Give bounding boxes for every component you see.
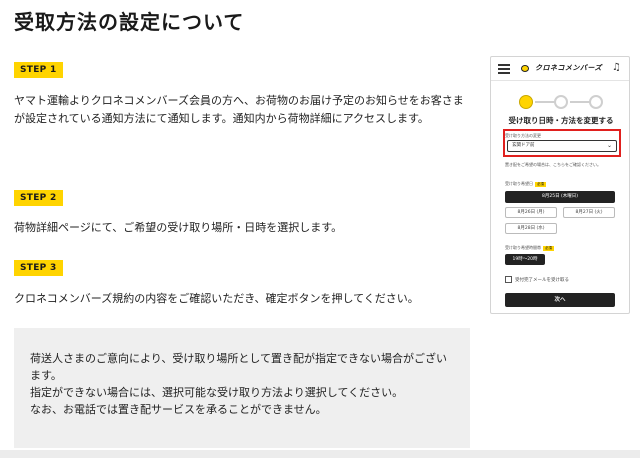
- cat-logo-icon: [521, 65, 529, 72]
- date-option[interactable]: 8月27日 (火): [563, 207, 615, 218]
- step-1-badge: STEP 1: [14, 62, 63, 78]
- note-line-2: 指定ができない場合には、選択可能な受け取り方法より選択してください。: [30, 386, 404, 399]
- note-line-3: なお、お電話では置き配サービスを承ることができません。: [30, 403, 327, 416]
- method-label: 受け取り方法の変更: [505, 133, 541, 138]
- step-2-text: 荷物詳細ページにて、ご希望の受け取り場所・日時を選択します。: [14, 221, 343, 234]
- date-label-row: 受け取り希望日 必須: [505, 181, 546, 187]
- progress-step-2-icon: [554, 95, 568, 109]
- phone-brand: クロネコメンバーズ: [535, 64, 603, 72]
- step-2-badge: STEP 2: [14, 190, 63, 206]
- date-option[interactable]: 8月26日 (月): [505, 207, 557, 218]
- date-label: 受け取り希望日: [505, 181, 533, 186]
- chevron-down-icon: ⌄: [606, 142, 612, 149]
- time-option-selected[interactable]: 19時〜20時: [505, 254, 545, 265]
- step-3-text: クロネコメンバーズ規約の内容をご確認いただき、確定ボタンを押してください。: [14, 292, 419, 305]
- phone-header: クロネコメンバーズ ♫: [491, 57, 629, 81]
- footer-strip: [0, 450, 640, 458]
- method-select[interactable]: 玄関ドア前 ⌄: [507, 140, 617, 152]
- progress-step-3-icon: [589, 95, 603, 109]
- phone-screenshot: クロネコメンバーズ ♫ 受け取り日時・方法を変更する 受け取り方法の変更 玄関ド…: [490, 56, 630, 314]
- progress-line: [570, 101, 590, 103]
- page-title: 受取方法の設定について: [14, 10, 245, 34]
- method-note: 置き配をご希望の場合は、こちらをご確認ください。: [505, 162, 601, 167]
- progress-line: [535, 101, 555, 103]
- next-button[interactable]: 次へ: [505, 293, 615, 307]
- email-checkbox-label: 受付完了メールを受け取る: [515, 278, 569, 283]
- time-label-row: 受け取り希望時間帯 必須: [505, 245, 554, 251]
- step-3-badge: STEP 3: [14, 260, 63, 276]
- note-box: 荷送人さまのご意向により、受け取り場所として置き配が指定できない場合がございます…: [14, 328, 470, 448]
- email-checkbox[interactable]: [505, 276, 512, 283]
- hamburger-menu-icon[interactable]: [498, 64, 510, 74]
- bell-icon[interactable]: ♫: [612, 62, 621, 73]
- progress-step-1-icon: [519, 95, 533, 109]
- method-value: 玄関ドア前: [512, 143, 535, 148]
- date-option-selected[interactable]: 8月25日 (木曜日): [505, 191, 615, 203]
- date-option[interactable]: 8月28日 (水): [505, 223, 557, 234]
- progress-indicator: [519, 95, 603, 109]
- time-label: 受け取り希望時間帯: [505, 245, 541, 250]
- required-badge: 必須: [543, 246, 554, 251]
- phone-title: 受け取り日時・方法を変更する: [508, 116, 614, 125]
- required-badge: 必須: [535, 182, 546, 187]
- step-1-text: ヤマト運輸よりクロネコメンバーズ会員の方へ、お荷物のお届け予定のお知らせをお客さ…: [14, 94, 464, 125]
- note-line-1: 荷送人さまのご意向により、受け取り場所として置き配が指定できない場合がございます…: [30, 352, 448, 382]
